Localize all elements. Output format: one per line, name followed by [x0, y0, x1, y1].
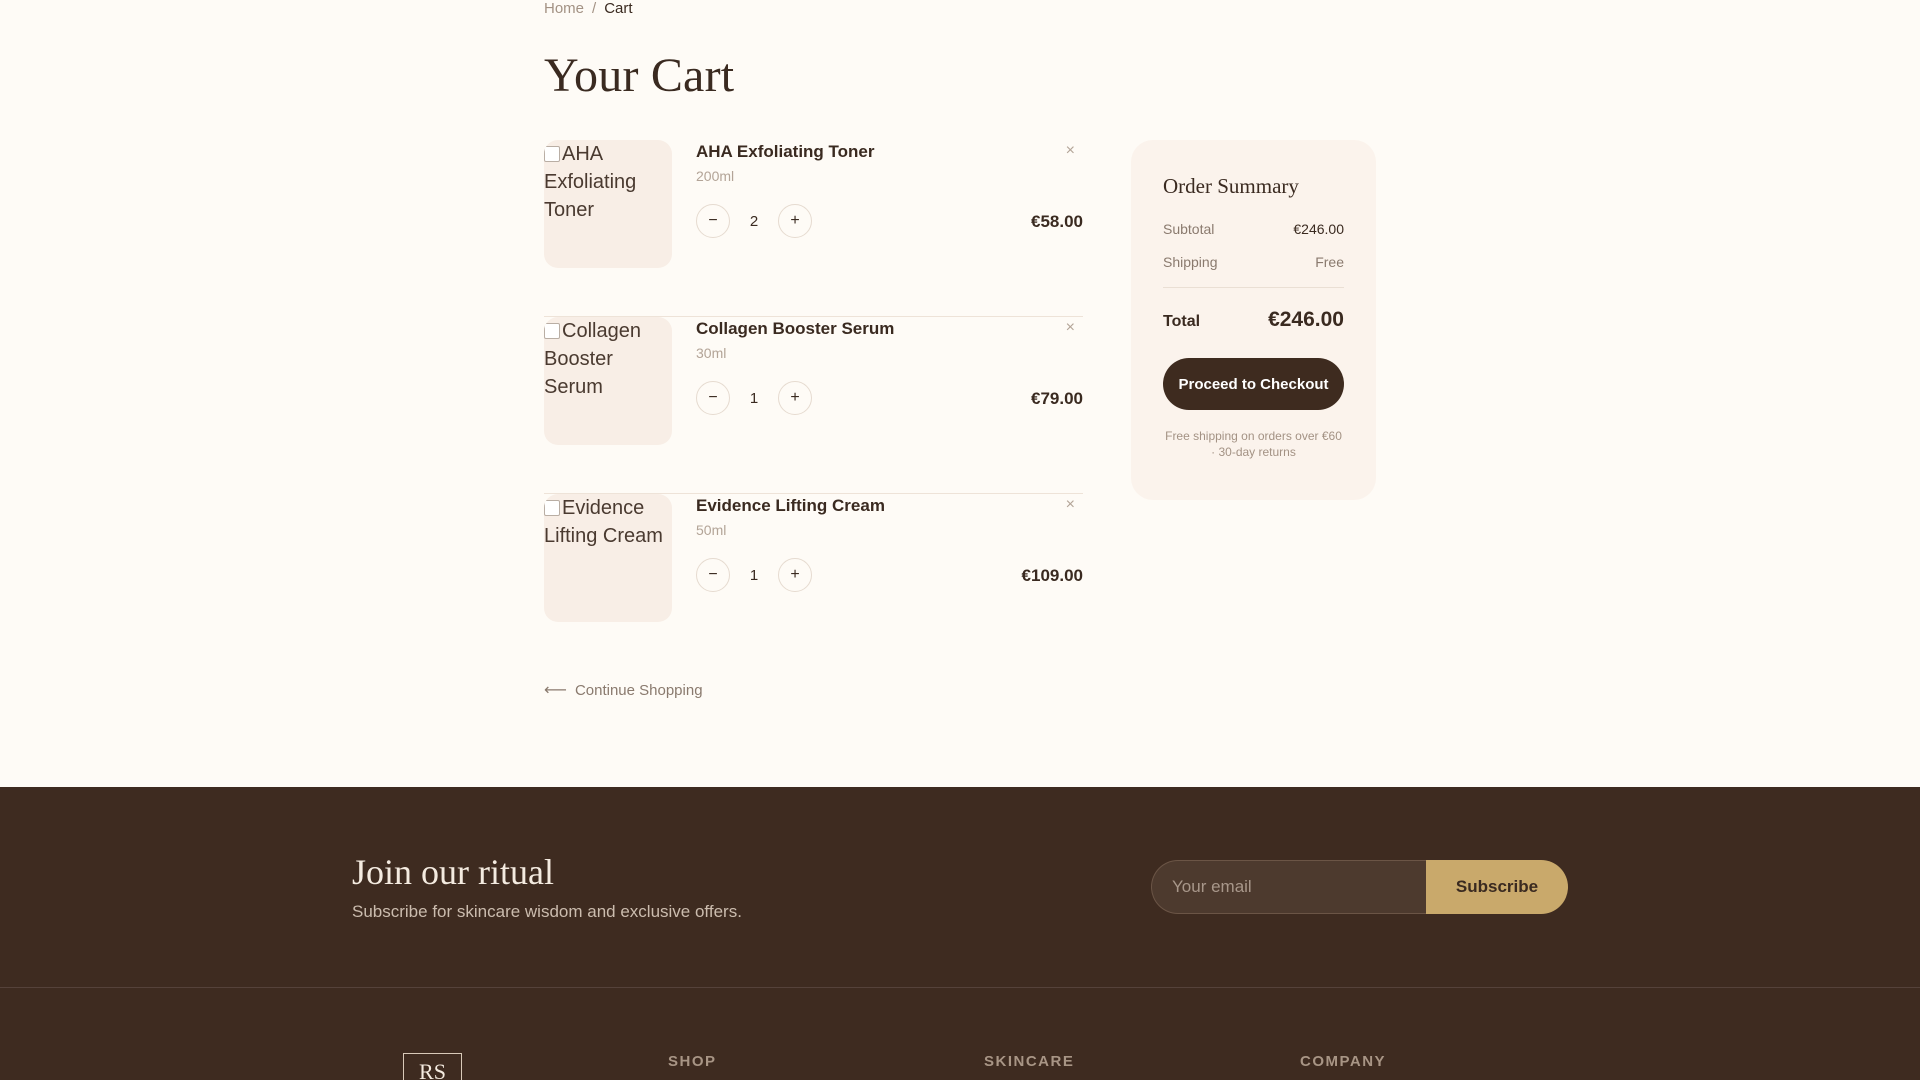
increment-button[interactable]: +: [778, 204, 812, 238]
total-value: €246.00: [1268, 308, 1344, 331]
cart-list-3: Evidence Lifting Cream Evidence Lifting …: [544, 494, 1083, 671]
email-input[interactable]: [1151, 860, 1429, 914]
continue-shopping-label: Continue Shopping: [574, 681, 703, 699]
shipping-label: Shipping: [1163, 254, 1218, 270]
summary-divider: [1163, 287, 1344, 288]
breadcrumb-separator: /: [592, 0, 597, 17]
quantity-value: 2: [749, 212, 759, 230]
cart-item: Evidence Lifting Cream Evidence Lifting …: [544, 494, 1083, 671]
footer-heading-shop: SHOP: [668, 1053, 717, 1070]
product-thumbnail[interactable]: Collagen Booster Serum: [544, 317, 672, 445]
increment-button[interactable]: +: [778, 381, 812, 415]
shipping-note: Free shipping on orders over €60 · 30-da…: [1165, 429, 1342, 459]
quantity-stepper: − 1 +: [696, 381, 812, 415]
order-summary: Order Summary Subtotal €246.00 Shipping …: [1131, 140, 1376, 500]
remove-item-icon[interactable]: ×: [1066, 496, 1075, 514]
quantity-value: 1: [749, 389, 759, 407]
decrement-button[interactable]: −: [696, 381, 730, 415]
item-price: €58.00: [1031, 212, 1083, 231]
quantity-stepper: − 1 +: [696, 558, 812, 592]
shipping-value: Free: [1315, 254, 1344, 270]
product-name[interactable]: Collagen Booster Serum: [696, 319, 894, 339]
summary-title: Order Summary: [1163, 174, 1299, 198]
decrement-button[interactable]: −: [696, 558, 730, 592]
footer-heading-company: COMPANY: [1300, 1053, 1387, 1070]
product-name[interactable]: AHA Exfoliating Toner: [696, 142, 875, 162]
breadcrumb-home-link[interactable]: Home: [544, 0, 584, 17]
newsletter-subtitle: Subscribe for skincare wisdom and exclus…: [352, 902, 742, 921]
product-size: 50ml: [696, 522, 727, 538]
broken-image-icon: [544, 146, 560, 162]
product-size: 200ml: [696, 168, 735, 184]
product-name[interactable]: Evidence Lifting Cream: [696, 496, 885, 516]
remove-item-icon[interactable]: ×: [1066, 319, 1075, 337]
item-price: €79.00: [1031, 389, 1083, 408]
brand-logo[interactable]: RS: [403, 1053, 462, 1080]
shipping-row: Shipping Free: [1163, 254, 1344, 270]
footer-heading-skincare: SKINCARE: [984, 1053, 1075, 1070]
product-size: 30ml: [696, 345, 727, 361]
broken-image-icon: [544, 323, 560, 339]
total-label: Total: [1163, 313, 1201, 330]
footer-divider: [0, 987, 1920, 988]
decrement-button[interactable]: −: [696, 204, 730, 238]
cart-item: Collagen Booster Serum Collagen Booster …: [544, 317, 1083, 494]
quantity-value: 1: [749, 566, 759, 584]
product-thumbnail[interactable]: AHA Exfoliating Toner: [544, 140, 672, 268]
subtotal-label: Subtotal: [1163, 221, 1215, 237]
continue-shopping-link[interactable]: ⟵ Continue Shopping: [544, 680, 703, 700]
subtotal-row: Subtotal €246.00: [1163, 221, 1344, 237]
cart-item: AHA Exfoliating Toner AHA Exfoliating To…: [544, 140, 1083, 317]
thumbnail-alt-text: Evidence Lifting Cream: [544, 497, 663, 547]
total-row: Total €246.00: [1163, 308, 1344, 332]
footer: Join our ritual Subscribe for skincare w…: [0, 787, 1920, 1080]
cart-list-2: Collagen Booster Serum Collagen Booster …: [544, 317, 1083, 494]
breadcrumb: Home / Cart: [544, 0, 633, 17]
subtotal-value: €246.00: [1293, 221, 1344, 237]
newsletter-title: Join our ritual: [352, 852, 554, 892]
increment-button[interactable]: +: [778, 558, 812, 592]
remove-item-icon[interactable]: ×: [1066, 142, 1075, 160]
breadcrumb-current: Cart: [604, 0, 633, 17]
product-thumbnail[interactable]: Evidence Lifting Cream: [544, 494, 672, 622]
subscribe-button[interactable]: Subscribe: [1426, 860, 1568, 914]
page-title: Your Cart: [544, 49, 735, 102]
item-price: €109.00: [1021, 566, 1083, 585]
broken-image-icon: [544, 500, 560, 516]
arrow-left-icon: ⟵: [544, 682, 567, 699]
checkout-button[interactable]: Proceed to Checkout: [1163, 358, 1344, 410]
quantity-stepper: − 2 +: [696, 204, 812, 238]
